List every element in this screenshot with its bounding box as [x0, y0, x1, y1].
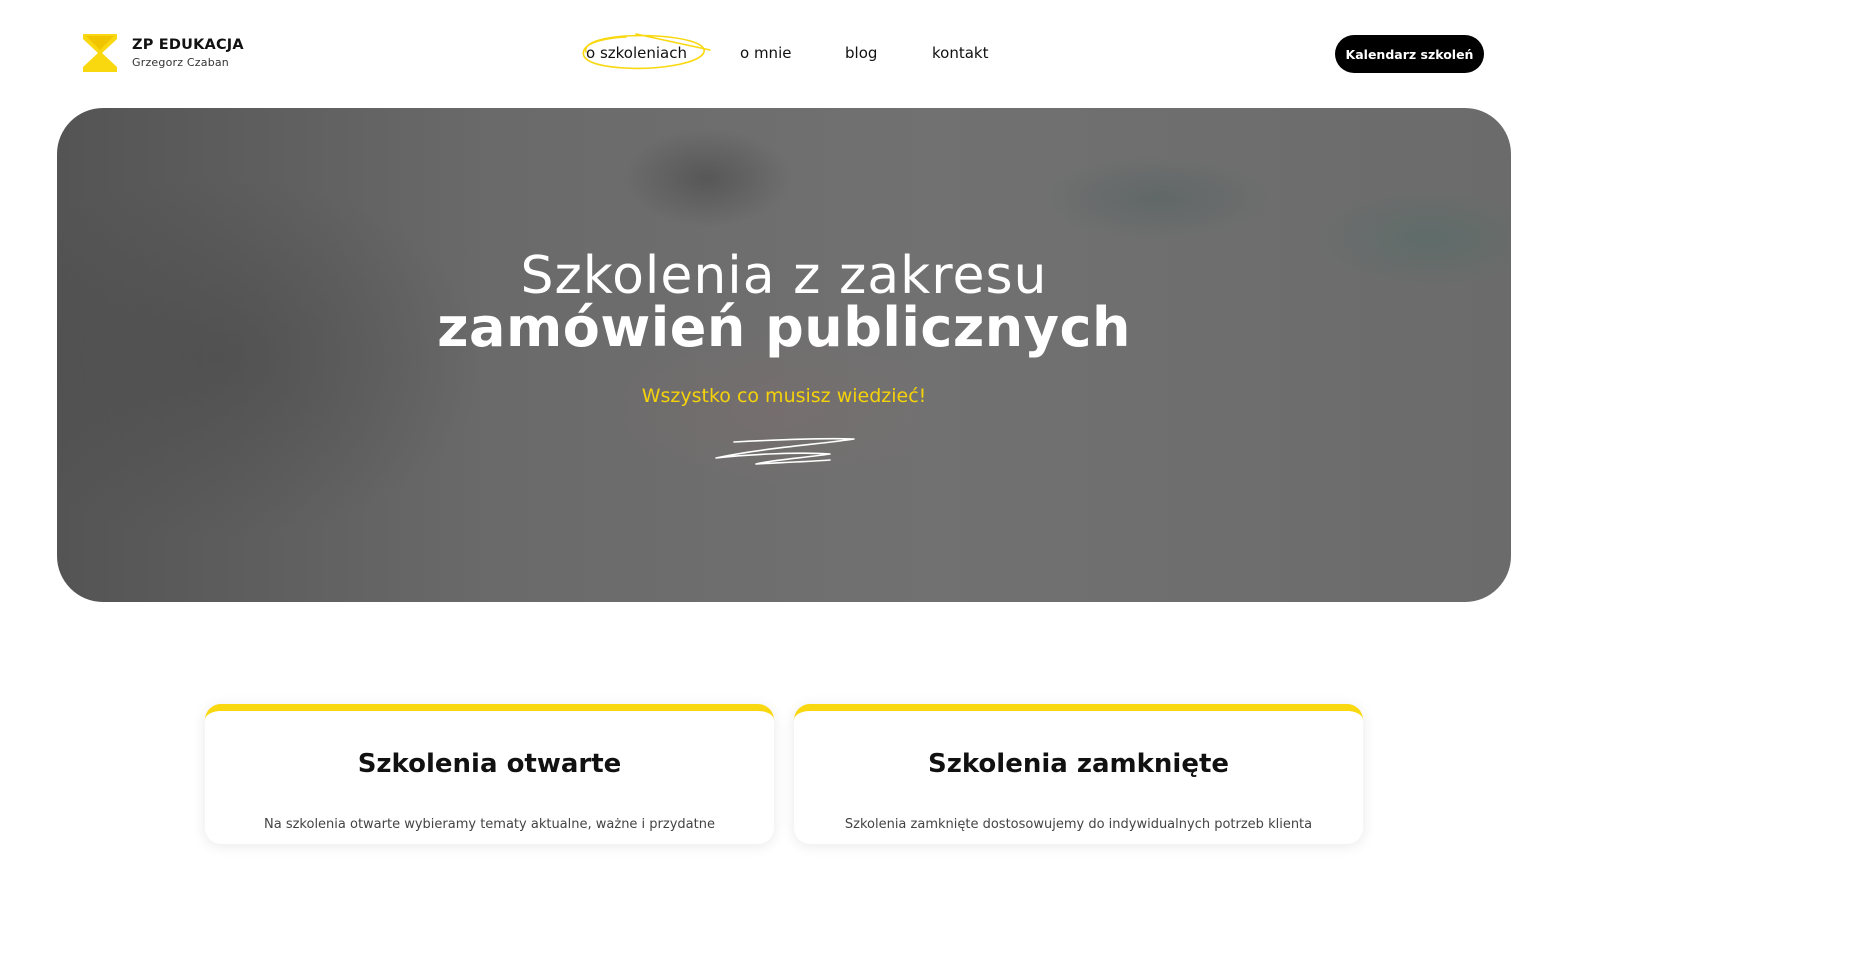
card-text: Na szkolenia otwarte wybieramy tematy ak… [264, 817, 715, 832]
scribble-decoration-icon [715, 437, 855, 465]
hero-title-line2: zamówień publicznych [437, 296, 1131, 359]
site-header: ZP EDUKACJA Grzegorz Czaban o szkoleniac… [0, 0, 1568, 108]
main-nav: o szkoleniach o mnie blog kontakt [0, 44, 1568, 66]
nav-item-blog[interactable]: blog [845, 44, 877, 62]
nav-item-o-mnie[interactable]: o mnie [740, 44, 791, 62]
card-title: Szkolenia otwarte [357, 749, 622, 779]
hero-banner: Szkolenia z zakresu zamówień publicznych… [57, 108, 1511, 602]
card-title: Szkolenia zamknięte [927, 749, 1230, 779]
calendar-button[interactable]: Kalendarz szkoleń [1335, 35, 1484, 73]
card-closed-trainings[interactable]: Szkolenia zamknięte Szkolenia zamknięte … [794, 704, 1363, 844]
nav-item-kontakt[interactable]: kontakt [932, 44, 988, 62]
card-text: Szkolenia zamknięte dostosowujemy do ind… [844, 817, 1313, 832]
card-open-trainings[interactable]: Szkolenia otwarte Na szkolenia otwarte w… [205, 704, 774, 844]
hero-subtitle: Wszystko co musisz wiedzieć! [641, 385, 927, 407]
nav-item-o-szkoleniach[interactable]: o szkoleniach [586, 44, 687, 62]
